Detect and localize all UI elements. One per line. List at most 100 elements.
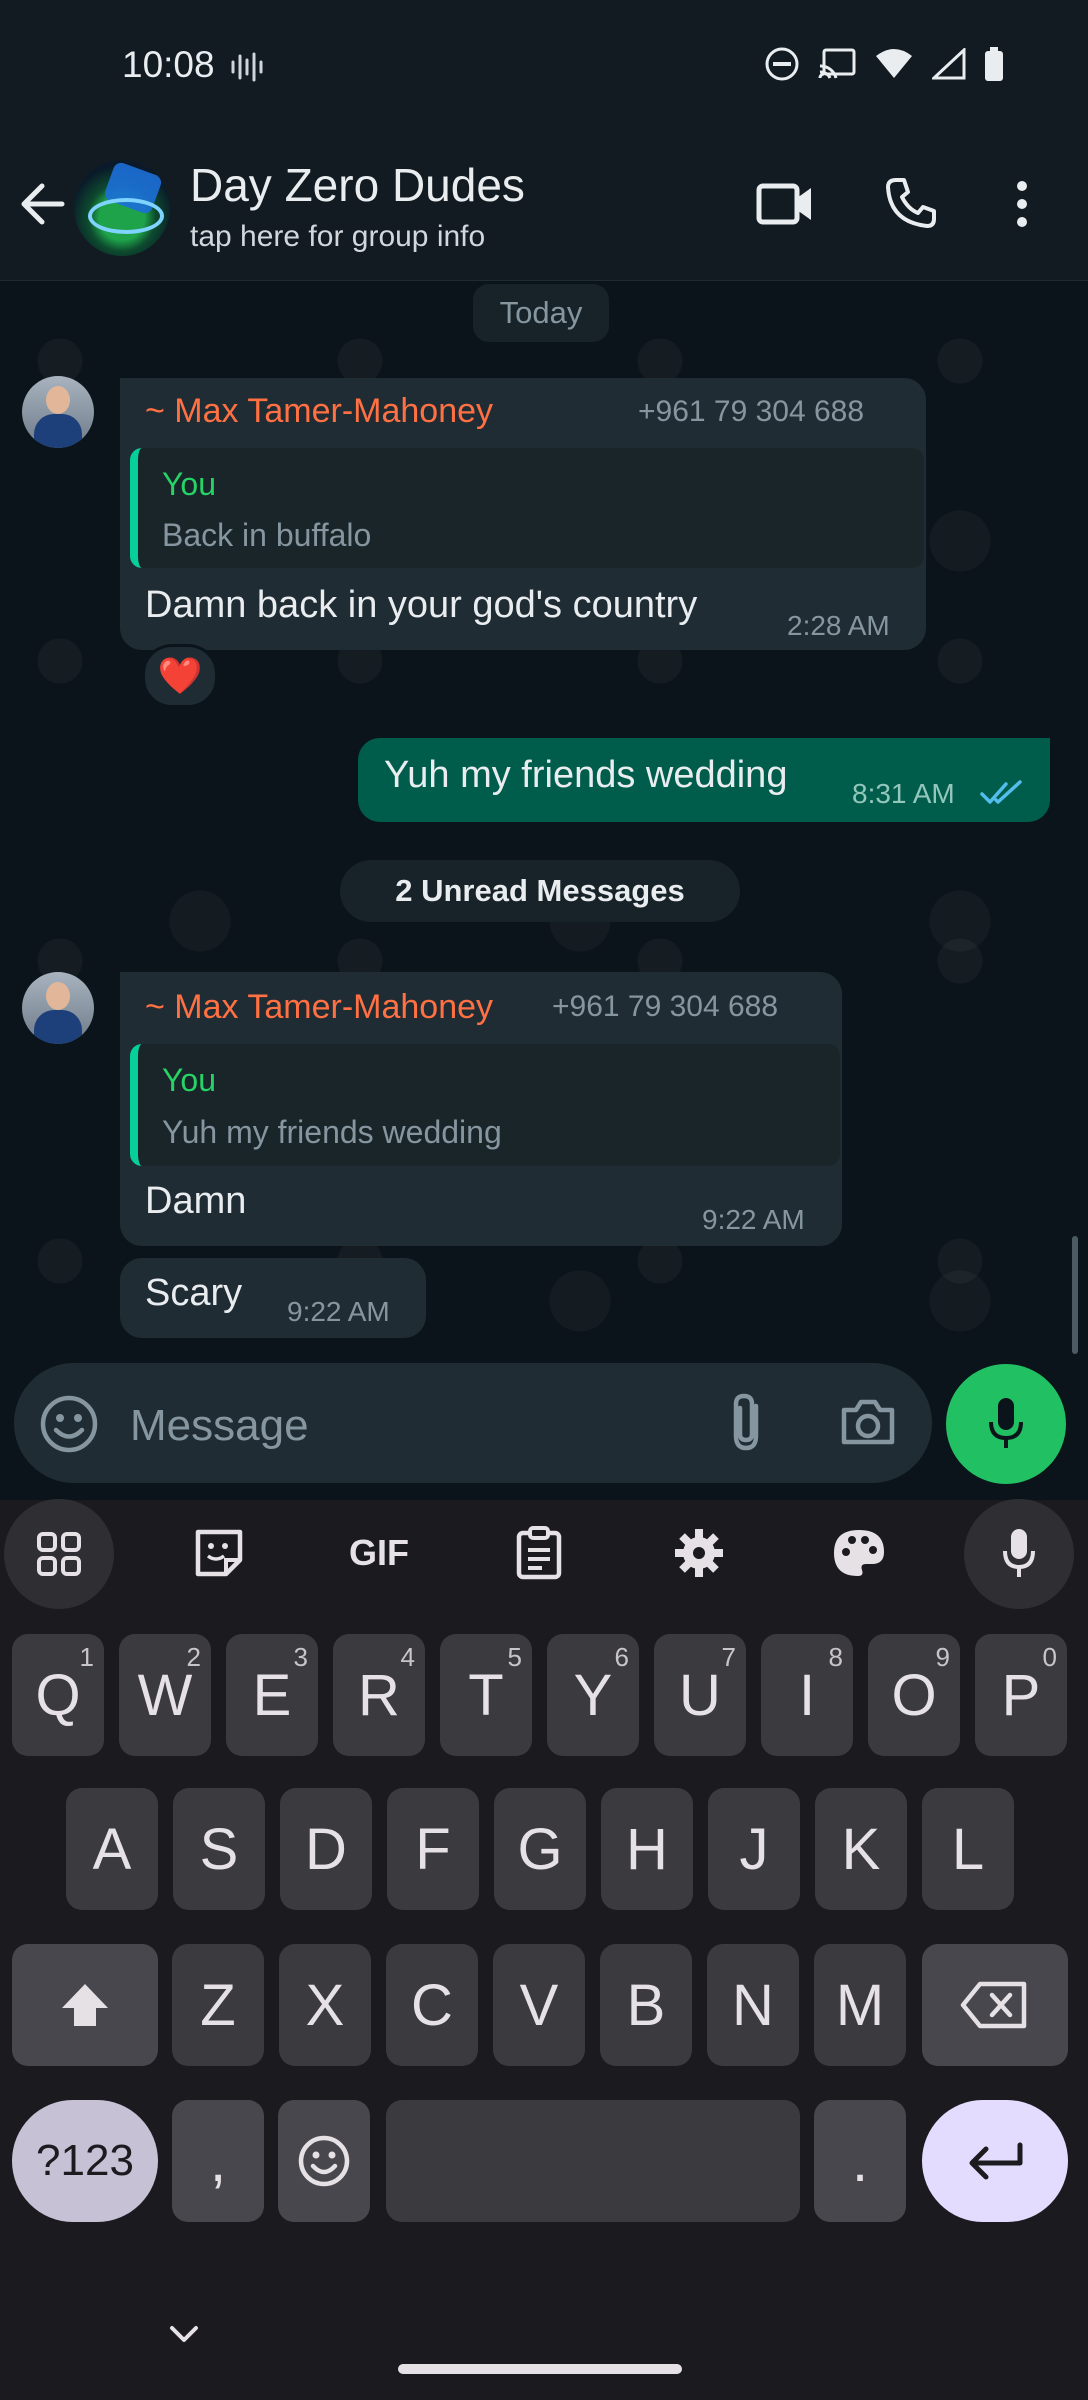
voice-typing-icon[interactable]: [964, 1499, 1074, 1609]
message-sender[interactable]: ~ Max Tamer-Mahoney: [145, 988, 493, 1027]
key-label: Y: [573, 1662, 613, 1728]
group-subtitle[interactable]: tap here for group info: [190, 220, 485, 254]
key-z[interactable]: Z: [172, 1944, 264, 2066]
voice-call-icon[interactable]: [884, 176, 938, 235]
more-options-icon[interactable]: [1010, 180, 1034, 233]
theme-palette-icon[interactable]: [804, 1510, 914, 1596]
gesture-nav-bar[interactable]: [398, 2364, 682, 2374]
key-number-hint: 4: [400, 1642, 415, 1672]
sticker-icon[interactable]: [164, 1510, 274, 1596]
key-y[interactable]: Y6: [547, 1634, 639, 1756]
key-k[interactable]: K: [815, 1788, 907, 1910]
key-label: J: [739, 1816, 769, 1882]
vibrate-icon: [230, 52, 264, 87]
message-sender[interactable]: ~ Max Tamer-Mahoney: [145, 392, 493, 431]
enter-key[interactable]: [922, 2100, 1068, 2222]
key-number-hint: 0: [1042, 1642, 1057, 1672]
message-text: Yuh my friends wedding: [384, 754, 788, 796]
key-c[interactable]: C: [386, 1944, 478, 2066]
key-label: A: [92, 1816, 132, 1882]
key-label: O: [891, 1662, 937, 1728]
sender-avatar[interactable]: [22, 972, 94, 1044]
camera-icon[interactable]: [838, 1394, 898, 1455]
key-f[interactable]: F: [387, 1788, 479, 1910]
space-key[interactable]: [386, 2100, 800, 2222]
message-input[interactable]: [128, 1392, 692, 1460]
voice-message-button[interactable]: [946, 1364, 1066, 1484]
key-label: X: [305, 1972, 345, 2038]
read-ticks-icon: [980, 780, 1026, 811]
symbols-key[interactable]: ?123: [12, 2100, 158, 2222]
chat-scrollbar[interactable]: [1072, 1236, 1078, 1354]
message-time: 9:22 AM: [702, 1204, 805, 1235]
hide-keyboard-chevron-icon[interactable]: [160, 2320, 208, 2355]
key-label: T: [468, 1662, 504, 1728]
shift-arrow-icon: [62, 1984, 108, 2026]
unread-messages-chip: 2 Unread Messages: [340, 860, 740, 922]
key-label: B: [626, 1972, 666, 2038]
key-label: R: [358, 1662, 400, 1728]
key-label: V: [519, 1972, 559, 2038]
shift-key[interactable]: [12, 1944, 158, 2066]
key-r[interactable]: R4: [333, 1634, 425, 1756]
key-label: E: [252, 1662, 292, 1728]
key-l[interactable]: L: [922, 1788, 1014, 1910]
key-h[interactable]: H: [601, 1788, 693, 1910]
key-t[interactable]: T5: [440, 1634, 532, 1756]
period-key[interactable]: .: [814, 2100, 906, 2222]
key-v[interactable]: V: [493, 1944, 585, 2066]
message-text: Damn: [145, 1180, 247, 1222]
key-x[interactable]: X: [279, 1944, 371, 2066]
key-label: F: [415, 1816, 451, 1882]
key-m[interactable]: M: [814, 1944, 906, 2066]
key-q[interactable]: Q1: [12, 1634, 104, 1756]
key-a[interactable]: A: [66, 1788, 158, 1910]
message-time: 2:28 AM: [787, 610, 890, 641]
key-i[interactable]: I8: [761, 1634, 853, 1756]
key-d[interactable]: D: [280, 1788, 372, 1910]
back-arrow-icon[interactable]: [18, 176, 68, 237]
key-label: G: [517, 1816, 563, 1882]
clipboard-icon[interactable]: [484, 1510, 594, 1596]
attach-icon[interactable]: [722, 1392, 776, 1459]
key-label: N: [732, 1972, 774, 2038]
group-title[interactable]: Day Zero Dudes: [190, 158, 525, 212]
key-j[interactable]: J: [708, 1788, 800, 1910]
microphone-icon: [989, 1398, 1023, 1448]
emoji-icon: [298, 2135, 350, 2187]
cast-icon: [818, 48, 856, 79]
dnd-icon: [765, 47, 799, 81]
key-p[interactable]: P0: [975, 1634, 1067, 1756]
key-g[interactable]: G: [494, 1788, 586, 1910]
key-o[interactable]: O9: [868, 1634, 960, 1756]
key-b[interactable]: B: [600, 1944, 692, 2066]
group-avatar[interactable]: [74, 160, 170, 256]
key-label: Q: [35, 1662, 81, 1728]
key-label: W: [137, 1662, 193, 1728]
key-w[interactable]: W2: [119, 1634, 211, 1756]
quote-text: Back in buffalo: [162, 517, 372, 553]
settings-gear-icon[interactable]: [644, 1510, 754, 1596]
message-phone: +961 79 304 688: [638, 395, 865, 428]
key-label: S: [199, 1816, 239, 1882]
key-u[interactable]: U7: [654, 1634, 746, 1756]
key-s[interactable]: S: [173, 1788, 265, 1910]
key-n[interactable]: N: [707, 1944, 799, 2066]
sender-avatar[interactable]: [22, 376, 94, 448]
quote-author: You: [162, 466, 216, 502]
gif-button[interactable]: GIF: [324, 1510, 434, 1596]
video-call-icon[interactable]: [756, 180, 814, 233]
key-number-hint: 3: [293, 1642, 308, 1672]
keyboard-apps-icon[interactable]: [4, 1499, 114, 1609]
key-number-hint: 2: [186, 1642, 201, 1672]
key-label: L: [951, 1816, 985, 1882]
backspace-key[interactable]: [922, 1944, 1068, 2066]
status-icons: [764, 46, 1004, 82]
emoji-icon[interactable]: [38, 1393, 100, 1460]
key-number-hint: 5: [507, 1642, 522, 1672]
key-e[interactable]: E3: [226, 1634, 318, 1756]
emoji-key[interactable]: [278, 2100, 370, 2222]
key-label: P: [1001, 1662, 1041, 1728]
comma-key[interactable]: ,: [172, 2100, 264, 2222]
reaction-chip[interactable]: ❤️: [142, 644, 218, 708]
